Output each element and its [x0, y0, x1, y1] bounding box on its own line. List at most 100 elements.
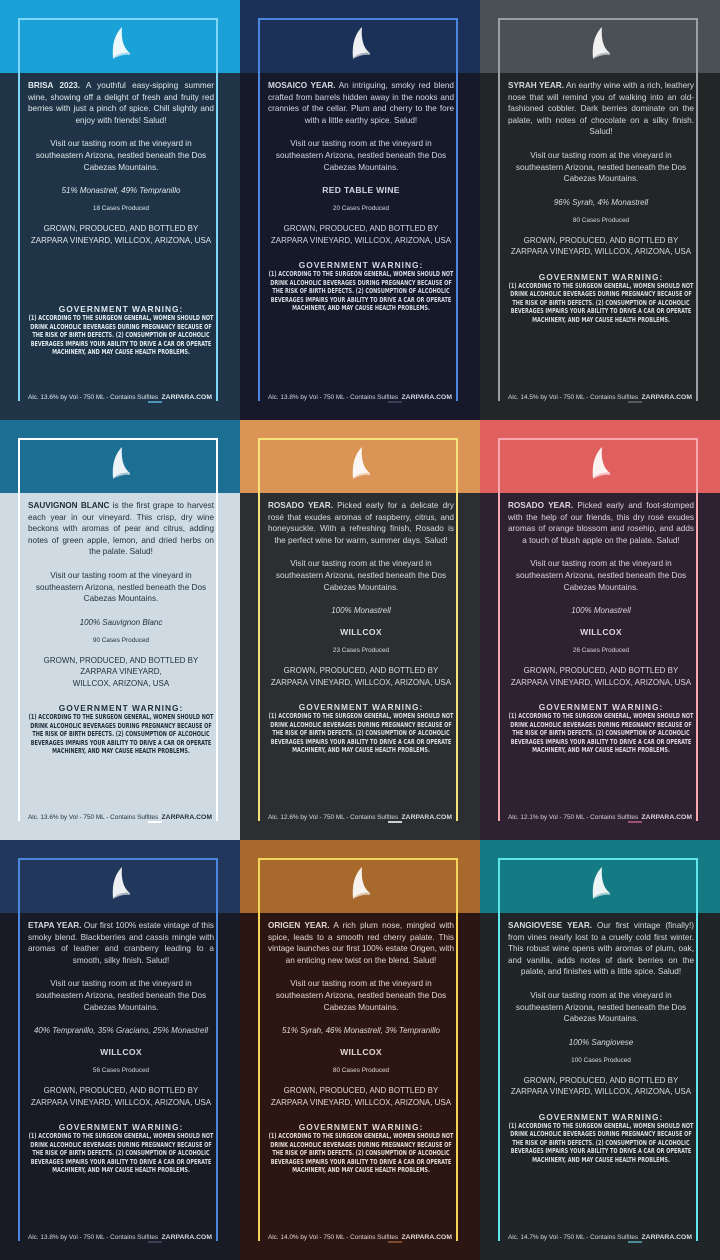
appellation-label: RED TABLE WINE [322, 185, 400, 196]
footer-divider [148, 821, 162, 823]
warning-title: GOVERNMENT WARNING: [298, 701, 424, 712]
website-link[interactable]: ZARPARA.COM [162, 814, 212, 821]
label-content: SYRAH YEAR. An earthy wine with a rich, … [508, 80, 694, 400]
alcohol-content: Alc. 12.6% by Vol - 750 ML - Contains Su… [268, 814, 399, 821]
sail-logo-icon [112, 447, 130, 479]
producer-statement: GROWN, PRODUCED, AND BOTTLED BY ZARPARA V… [43, 655, 199, 688]
footer-divider [628, 1241, 642, 1243]
cases-produced: 56 Cases Produced [92, 1067, 150, 1075]
warning-title: GOVERNMENT WARNING: [298, 259, 424, 270]
warning-text: (1) ACCORDING TO THE SURGEON GENERAL, WO… [508, 711, 694, 755]
cases-produced: 18 Cases Produced [92, 205, 150, 213]
footer-divider [148, 401, 162, 403]
label-content: BRISA 2023. A youthful easy-sipping summ… [28, 80, 214, 400]
wine-description: ETAPA YEAR. Our first 100% estate vintag… [28, 920, 214, 966]
wine-description: MOSAICO YEAR. An intriguing, smoky red b… [268, 80, 454, 126]
sail-logo-icon [592, 867, 610, 899]
tasting-room-note: Visit our tasting room at the vineyard i… [515, 990, 687, 1024]
producer-statement: GROWN, PRODUCED, AND BOTTLED BY ZARPARA V… [270, 1086, 452, 1107]
cases-produced: 23 Cases Produced [332, 647, 390, 655]
tasting-room-note: Visit our tasting room at the vineyard i… [35, 979, 207, 1012]
website-link[interactable]: ZARPARA.COM [402, 394, 452, 401]
varietal-blend: 100% Monastrell [331, 606, 391, 616]
label-footer: Alc. 14.7% by Vol - 750 ML - Contains Su… [508, 1234, 694, 1244]
warning-title: GOVERNMENT WARNING: [58, 1121, 184, 1132]
label-footer: Alc. 12.6% by Vol - 750 ML - Contains Su… [268, 814, 454, 824]
label-content: ROSADO YEAR. Picked early and foot-stomp… [508, 500, 694, 820]
cases-produced: 80 Cases Produced [572, 216, 630, 224]
label-content: ORIGEN YEAR. A rich plum nose, mingled w… [268, 920, 454, 1240]
cases-produced: 26 Cases Produced [572, 647, 630, 655]
wine-label-sangiovese: SANGIOVESE YEAR. Our first vintage (fina… [480, 840, 720, 1260]
footer-divider [388, 1241, 402, 1243]
varietal-blend: 96% Syrah, 4% Monastrell [553, 197, 649, 207]
website-link[interactable]: ZARPARA.COM [642, 814, 692, 821]
sail-logo-icon [112, 867, 130, 899]
producer-statement: GROWN, PRODUCED, AND BOTTLED BY ZARPARA V… [510, 1075, 692, 1097]
appellation-label: WILLCOX [340, 627, 382, 638]
alcohol-content: Alc. 14.0% by Vol - 750 ML - Contains Su… [268, 1234, 399, 1241]
label-content: ETAPA YEAR. Our first 100% estate vintag… [28, 920, 214, 1240]
producer-statement: GROWN, PRODUCED, AND BOTTLED BY ZARPARA V… [30, 224, 212, 245]
alcohol-content: Alc. 14.7% by Vol - 750 ML - Contains Su… [508, 1234, 639, 1241]
appellation-label: WILLCOX [580, 627, 622, 638]
cases-produced: 90 Cases Produced [92, 636, 150, 644]
wine-label-brisa: BRISA 2023. A youthful easy-sipping summ… [0, 0, 240, 420]
website-link[interactable]: ZARPARA.COM [642, 394, 692, 401]
wine-name: BRISA 2023. [28, 81, 80, 90]
label-footer: Alc. 13.6% by Vol - 750 ML - Contains Su… [28, 814, 214, 824]
warning-title: GOVERNMENT WARNING: [58, 303, 184, 314]
alcohol-content: Alc. 13.8% by Vol - 750 ML - Contains Su… [28, 1234, 159, 1241]
warning-text: (1) ACCORDING TO THE SURGEON GENERAL, WO… [28, 313, 214, 357]
tasting-room-note: Visit our tasting room at the vineyard i… [35, 570, 207, 604]
government-warning: GOVERNMENT WARNING: (1) ACCORDING TO THE… [508, 702, 694, 755]
producer-statement: GROWN, PRODUCED, AND BOTTLED BY ZARPARA V… [30, 1086, 212, 1107]
label-footer: Alc. 13.6% by Vol - 750 ML - Contains Su… [28, 394, 214, 404]
website-link[interactable]: ZARPARA.COM [402, 814, 452, 821]
footer-divider [148, 1241, 162, 1243]
footer-divider [388, 401, 402, 403]
wine-description: SYRAH YEAR. An earthy wine with a rich, … [508, 80, 694, 138]
warning-text: (1) ACCORDING TO THE SURGEON GENERAL, WO… [508, 1121, 694, 1164]
tasting-room-note: Visit our tasting room at the vineyard i… [275, 139, 447, 172]
wine-label-rosado1: ROSADO YEAR. Picked early for a delicate… [240, 420, 480, 840]
wine-description: ROSADO YEAR. Picked early and foot-stomp… [508, 500, 694, 546]
wine-label-rosado2: ROSADO YEAR. Picked early and foot-stomp… [480, 420, 720, 840]
warning-title: GOVERNMENT WARNING: [538, 271, 664, 282]
alcohol-content: Alc. 14.5% by Vol - 750 ML - Contains Su… [508, 394, 639, 401]
label-content: SANGIOVESE YEAR. Our first vintage (fina… [508, 920, 694, 1240]
label-footer: Alc. 12.1% by Vol - 750 ML - Contains Su… [508, 814, 694, 824]
producer-statement: GROWN, PRODUCED, AND BOTTLED BY ZARPARA V… [270, 224, 452, 245]
warning-title: GOVERNMENT WARNING: [298, 1121, 424, 1132]
varietal-blend: 100% Sangiovese [568, 1037, 634, 1047]
cases-produced: 20 Cases Produced [332, 205, 390, 213]
wine-description: SANGIOVESE YEAR. Our first vintage (fina… [508, 920, 694, 978]
website-link[interactable]: ZARPARA.COM [162, 1234, 212, 1241]
website-link[interactable]: ZARPARA.COM [162, 394, 212, 401]
wine-name: ROSADO YEAR. [268, 501, 333, 510]
alcohol-content: Alc. 12.1% by Vol - 750 ML - Contains Su… [508, 814, 639, 821]
website-link[interactable]: ZARPARA.COM [642, 1234, 692, 1241]
wine-name: SYRAH YEAR. [508, 81, 564, 90]
varietal-blend: 51% Monastrell, 49% Tempranillo [61, 186, 181, 196]
wine-description: SAUVIGNON BLANC is the first grape to ha… [28, 500, 214, 558]
warning-title: GOVERNMENT WARNING: [538, 1111, 664, 1122]
website-link[interactable]: ZARPARA.COM [402, 1234, 452, 1241]
warning-text: (1) ACCORDING TO THE SURGEON GENERAL, WO… [268, 1131, 454, 1175]
wine-name: ORIGEN YEAR. [268, 921, 330, 930]
warning-title: GOVERNMENT WARNING: [538, 701, 664, 712]
tasting-room-note: Visit our tasting room at the vineyard i… [35, 139, 207, 172]
label-grid: BRISA 2023. A youthful easy-sipping summ… [0, 0, 720, 1260]
cases-produced: 100 Cases Produced [571, 1056, 631, 1064]
label-footer: Alc. 13.8% by Vol - 750 ML - Contains Su… [28, 1234, 214, 1244]
label-content: MOSAICO YEAR. An intriguing, smoky red b… [268, 80, 454, 400]
label-content: SAUVIGNON BLANC is the first grape to ha… [28, 500, 214, 820]
wine-name: ETAPA YEAR. [28, 921, 82, 930]
government-warning: GOVERNMENT WARNING: (1) ACCORDING TO THE… [508, 1112, 694, 1165]
government-warning: GOVERNMENT WARNING: (1) ACCORDING TO THE… [28, 1122, 214, 1175]
sail-logo-icon [352, 447, 370, 479]
wine-label-etapa: ETAPA YEAR. Our first 100% estate vintag… [0, 840, 240, 1260]
government-warning: GOVERNMENT WARNING: (1) ACCORDING TO THE… [268, 260, 454, 313]
tasting-room-note: Visit our tasting room at the vineyard i… [515, 150, 687, 184]
alcohol-content: Alc. 13.6% by Vol - 750 ML - Contains Su… [28, 394, 159, 401]
